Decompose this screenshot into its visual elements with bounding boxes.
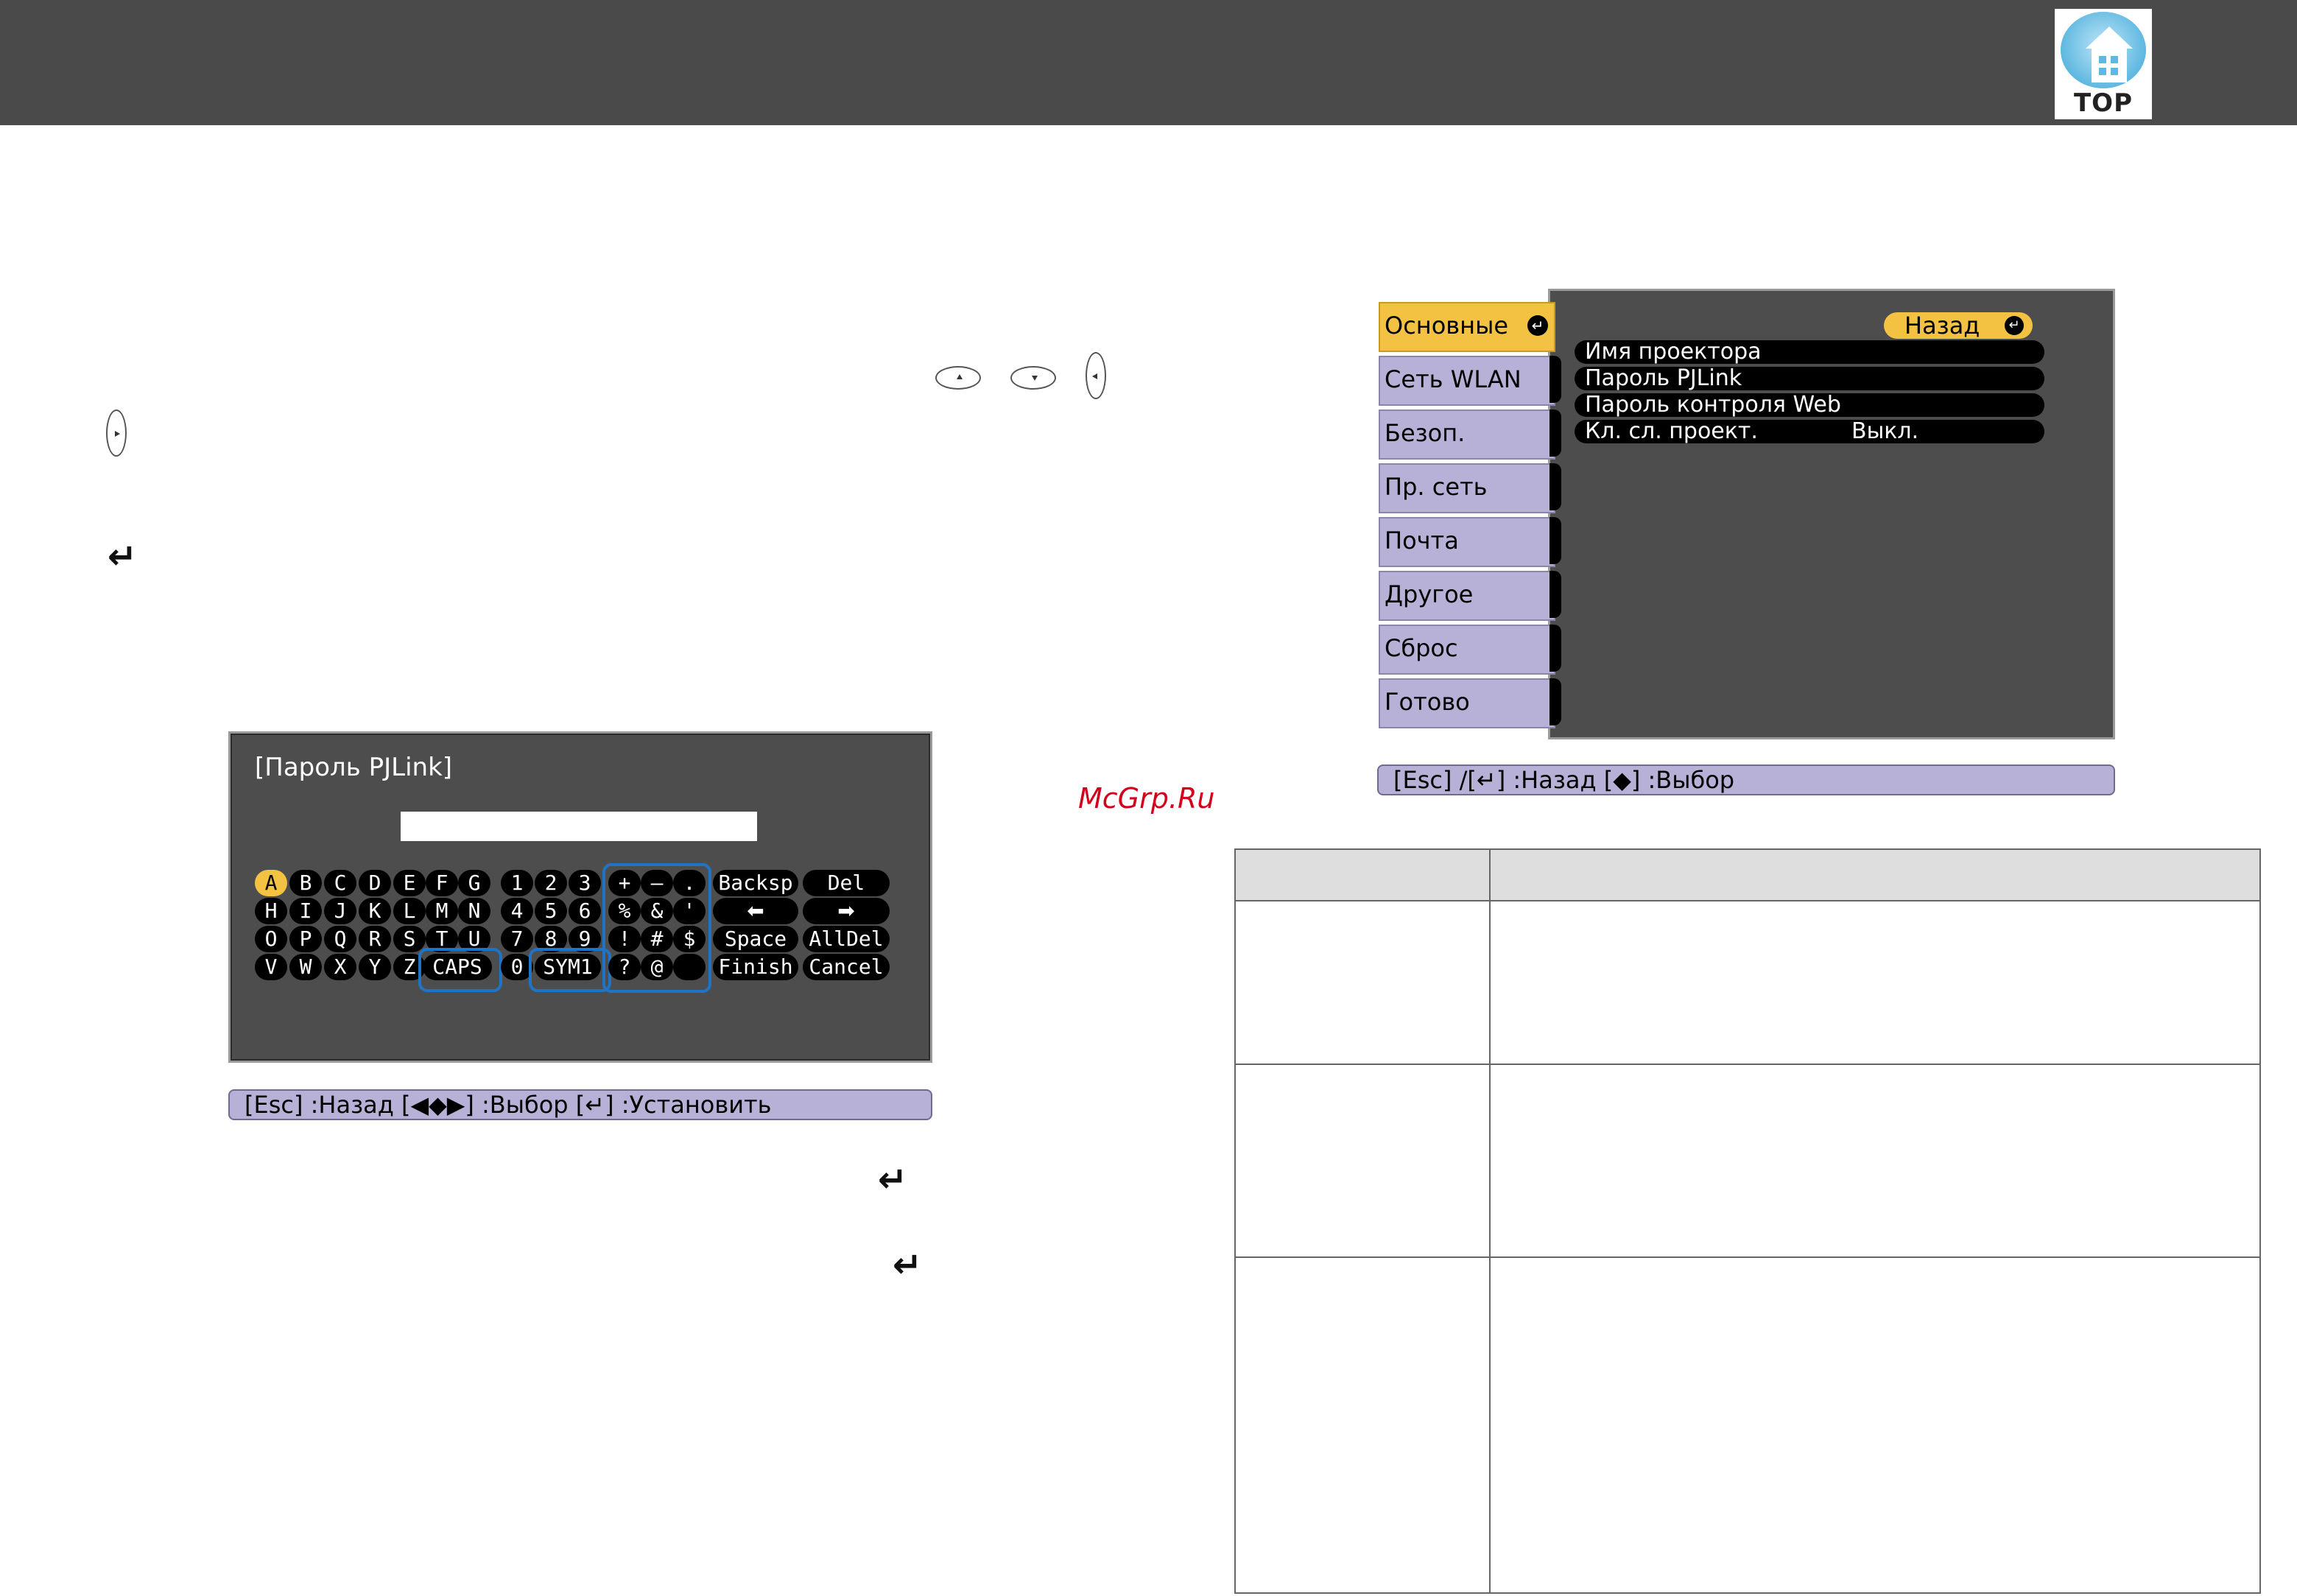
caps-highlight — [418, 948, 502, 992]
key[interactable]: K — [359, 898, 391, 924]
key[interactable]: M — [426, 898, 458, 924]
menu-item-label: Кл. сл. проект. — [1585, 418, 1758, 444]
cursor-left-key[interactable]: ⬅ — [713, 898, 798, 924]
key[interactable]: S — [393, 926, 426, 952]
house-icon — [2061, 12, 2146, 88]
enter-icon: ↵ — [108, 536, 138, 577]
enter-icon: ↵ — [893, 1245, 923, 1286]
key[interactable]: L — [393, 898, 426, 924]
page-header — [0, 0, 2297, 125]
key[interactable]: X — [324, 954, 356, 980]
tab-label: Основные — [1385, 312, 1509, 340]
dialog-title: [Пароль PJLink] — [255, 753, 453, 782]
tab-connector — [1549, 409, 1561, 457]
table-divider — [1236, 900, 2259, 901]
key[interactable]: E — [393, 870, 426, 896]
key[interactable]: N — [458, 898, 490, 924]
key[interactable]: H — [255, 898, 287, 924]
key[interactable]: C — [324, 870, 356, 896]
enter-icon: ↵ — [878, 1159, 908, 1200]
key[interactable]: F — [426, 870, 458, 896]
password-input[interactable] — [401, 812, 757, 841]
tab-basic[interactable]: Основные ↵ — [1379, 302, 1555, 352]
back-button[interactable]: Назад ↵ — [1884, 312, 2033, 339]
tab-connector — [1549, 356, 1561, 403]
tab-wired-lan[interactable]: Пр. сеть — [1379, 463, 1555, 513]
tab-connector — [1549, 517, 1561, 564]
key[interactable]: 7 — [501, 926, 533, 952]
key[interactable]: 2 — [535, 870, 567, 896]
key[interactable]: Y — [359, 954, 391, 980]
menu-item-projector-keyword[interactable]: Кл. сл. проект. Выкл. — [1575, 420, 2044, 443]
up-button-icon — [935, 366, 981, 390]
tab-connector — [1549, 571, 1561, 618]
delete-key[interactable]: Del — [803, 870, 890, 896]
key[interactable]: G — [458, 870, 490, 896]
backspace-key[interactable]: Backsp — [713, 870, 798, 896]
menu-item-projector-name[interactable]: Имя проектора — [1575, 340, 2044, 364]
top-logo-button[interactable]: TOP — [2055, 9, 2152, 119]
key[interactable]: I — [289, 898, 322, 924]
enter-icon: ↵ — [2005, 316, 2024, 335]
space-key[interactable]: Space — [713, 926, 798, 952]
key[interactable]: O — [255, 926, 287, 952]
menu-item-label: Пароль PJLink — [1585, 365, 1742, 391]
enter-icon: ↵ — [1527, 315, 1548, 336]
sym-highlight — [529, 948, 611, 992]
top-logo-label: TOP — [2073, 88, 2133, 118]
cancel-key[interactable]: Cancel — [803, 954, 890, 980]
menu-item-value: Выкл. — [1851, 418, 1919, 444]
table-row-divider — [1236, 1064, 2259, 1065]
key[interactable]: 1 — [501, 870, 533, 896]
key[interactable]: J — [324, 898, 356, 924]
key[interactable]: D — [359, 870, 391, 896]
menu-item-web-password[interactable]: Пароль контроля Web — [1575, 393, 2044, 417]
settings-table — [1234, 848, 2261, 1594]
key[interactable]: 4 — [501, 898, 533, 924]
delete-all-key[interactable]: AllDel — [803, 926, 890, 952]
key[interactable]: Q — [324, 926, 356, 952]
table-row-divider — [1236, 1256, 2259, 1258]
down-button-icon — [1010, 366, 1056, 390]
status-bar: [Esc] :Назад [◀◆▶] :Выбор [↵] :Установит… — [228, 1089, 932, 1120]
key[interactable]: W — [289, 954, 322, 980]
tab-reset[interactable]: Сброс — [1379, 625, 1555, 675]
tab-mail[interactable]: Почта — [1379, 517, 1555, 567]
tab-done[interactable]: Готово — [1379, 678, 1555, 728]
tab-other[interactable]: Другое — [1379, 571, 1555, 621]
key[interactable]: 3 — [569, 870, 601, 896]
key[interactable]: B — [289, 870, 322, 896]
key[interactable]: 5 — [535, 898, 567, 924]
menu-item-pjlink-password[interactable]: Пароль PJLink — [1575, 367, 2044, 390]
back-button-label: Назад — [1904, 312, 1980, 340]
key[interactable]: V — [255, 954, 287, 980]
cursor-right-key[interactable]: ➡ — [803, 898, 890, 924]
tab-security[interactable]: Безоп. — [1379, 409, 1555, 460]
watermark: McGrp.Ru — [1078, 782, 1215, 815]
table-divider — [1489, 850, 1491, 1594]
key[interactable]: R — [359, 926, 391, 952]
menu-item-label: Пароль контроля Web — [1585, 392, 1841, 418]
status-bar: [Esc] /[↵] :Назад [◆] :Выбор — [1377, 764, 2115, 795]
finish-key[interactable]: Finish — [713, 954, 798, 980]
menu-item-label: Имя проектора — [1585, 339, 1762, 365]
right-button-icon — [106, 409, 127, 457]
symbols-highlight — [602, 863, 711, 993]
tab-wlan[interactable]: Сеть WLAN — [1379, 356, 1555, 406]
tab-connector — [1549, 678, 1561, 725]
table-header — [1236, 850, 2259, 900]
key[interactable]: 6 — [569, 898, 601, 924]
key-a[interactable]: A — [255, 870, 287, 896]
tab-connector — [1549, 625, 1561, 672]
key[interactable]: P — [289, 926, 322, 952]
tab-connector — [1549, 463, 1561, 510]
left-button-icon — [1086, 352, 1106, 399]
